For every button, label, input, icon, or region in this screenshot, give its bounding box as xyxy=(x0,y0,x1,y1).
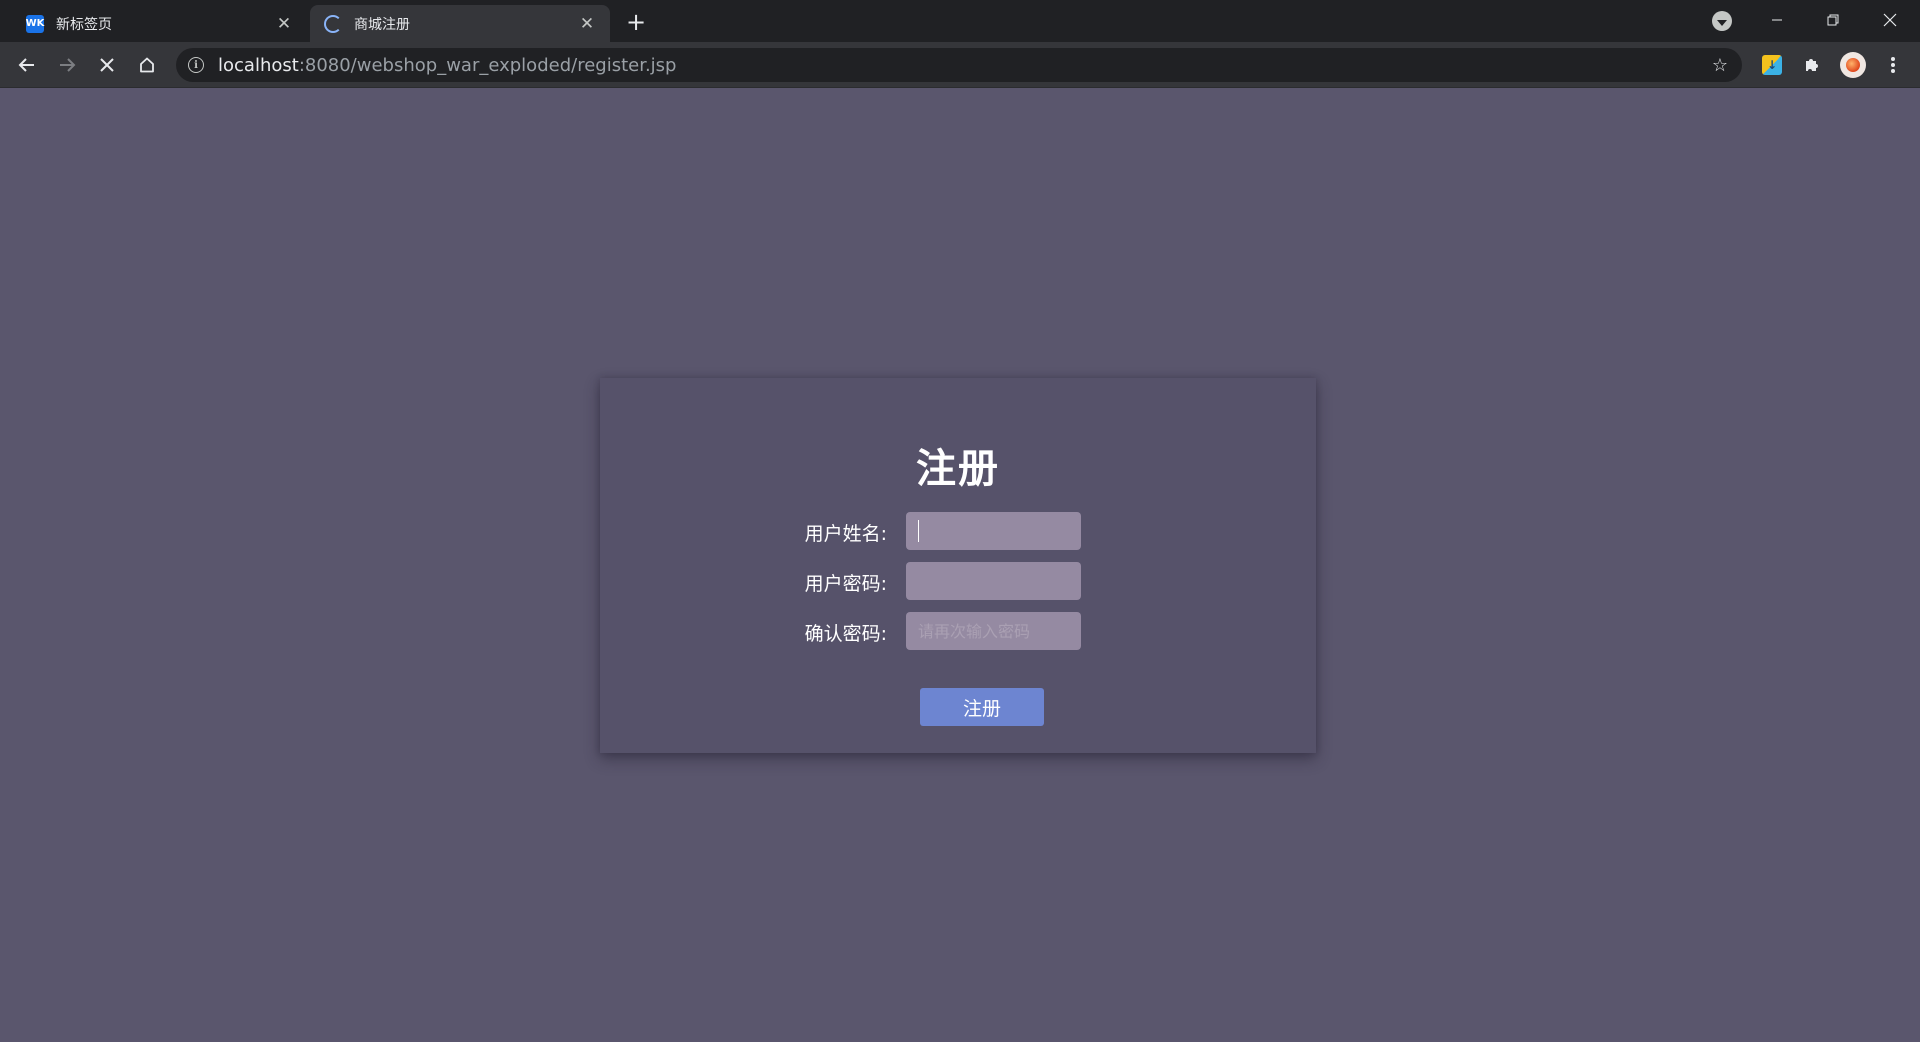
profile-avatar[interactable] xyxy=(1838,50,1868,80)
password-label: 用户密码: xyxy=(804,573,887,595)
url-text[interactable]: localhost:8080/webshop_war_exploded/regi… xyxy=(218,55,676,76)
username-input[interactable] xyxy=(906,512,1081,550)
close-icon[interactable]: ✕ xyxy=(273,13,295,35)
tab-register[interactable]: 商城注册 ✕ xyxy=(310,5,610,42)
browser-menu-icon[interactable] xyxy=(1878,50,1908,80)
window-close-icon[interactable] xyxy=(1862,0,1918,40)
restore-icon[interactable] xyxy=(1805,0,1861,40)
tab-title: 商城注册 xyxy=(354,16,410,33)
register-form: 注册 用户姓名: 用户密码: 确认密码: 注册 xyxy=(600,378,1316,753)
tab-title: 新标签页 xyxy=(56,16,112,33)
password-input[interactable] xyxy=(906,562,1081,600)
home-icon[interactable] xyxy=(131,49,163,81)
new-tab-button[interactable]: + xyxy=(622,8,650,36)
register-button[interactable]: 注册 xyxy=(920,688,1044,726)
confirm-password-label: 确认密码: xyxy=(804,623,887,645)
confirm-password-input[interactable] xyxy=(906,612,1081,650)
back-icon[interactable] xyxy=(11,49,43,81)
stop-loading-icon[interactable] xyxy=(91,49,123,81)
username-label: 用户姓名: xyxy=(804,523,887,545)
text-caret xyxy=(918,520,919,542)
confirm-password-row: 确认密码: xyxy=(600,612,1316,650)
loading-spinner-icon xyxy=(324,14,342,33)
minimize-icon[interactable] xyxy=(1749,0,1805,40)
site-info-icon[interactable]: i xyxy=(188,57,204,73)
password-row: 用户密码: xyxy=(600,562,1316,600)
close-icon[interactable]: ✕ xyxy=(576,13,598,35)
browser-toolbar: i localhost:8080/webshop_war_exploded/re… xyxy=(0,42,1920,88)
username-row: 用户姓名: xyxy=(600,512,1316,550)
extensions-puzzle-icon[interactable] xyxy=(1797,50,1827,80)
tab-search-icon[interactable] xyxy=(1712,11,1732,31)
browser-titlebar: WK 新标签页 ✕ 商城注册 ✕ + xyxy=(0,0,1920,42)
page-body: 注册 用户姓名: 用户密码: 确认密码: 注册 xyxy=(0,88,1920,1042)
extension-download-icon[interactable]: ↓ xyxy=(1757,50,1787,80)
wk-icon: WK xyxy=(26,14,44,33)
tab-new-tab[interactable]: WK 新标签页 ✕ xyxy=(12,5,307,42)
bookmark-star-icon[interactable]: ☆ xyxy=(1708,53,1732,77)
form-title: 注册 xyxy=(916,446,1000,492)
address-bar[interactable]: i localhost:8080/webshop_war_exploded/re… xyxy=(176,48,1742,82)
forward-icon[interactable] xyxy=(51,49,83,81)
